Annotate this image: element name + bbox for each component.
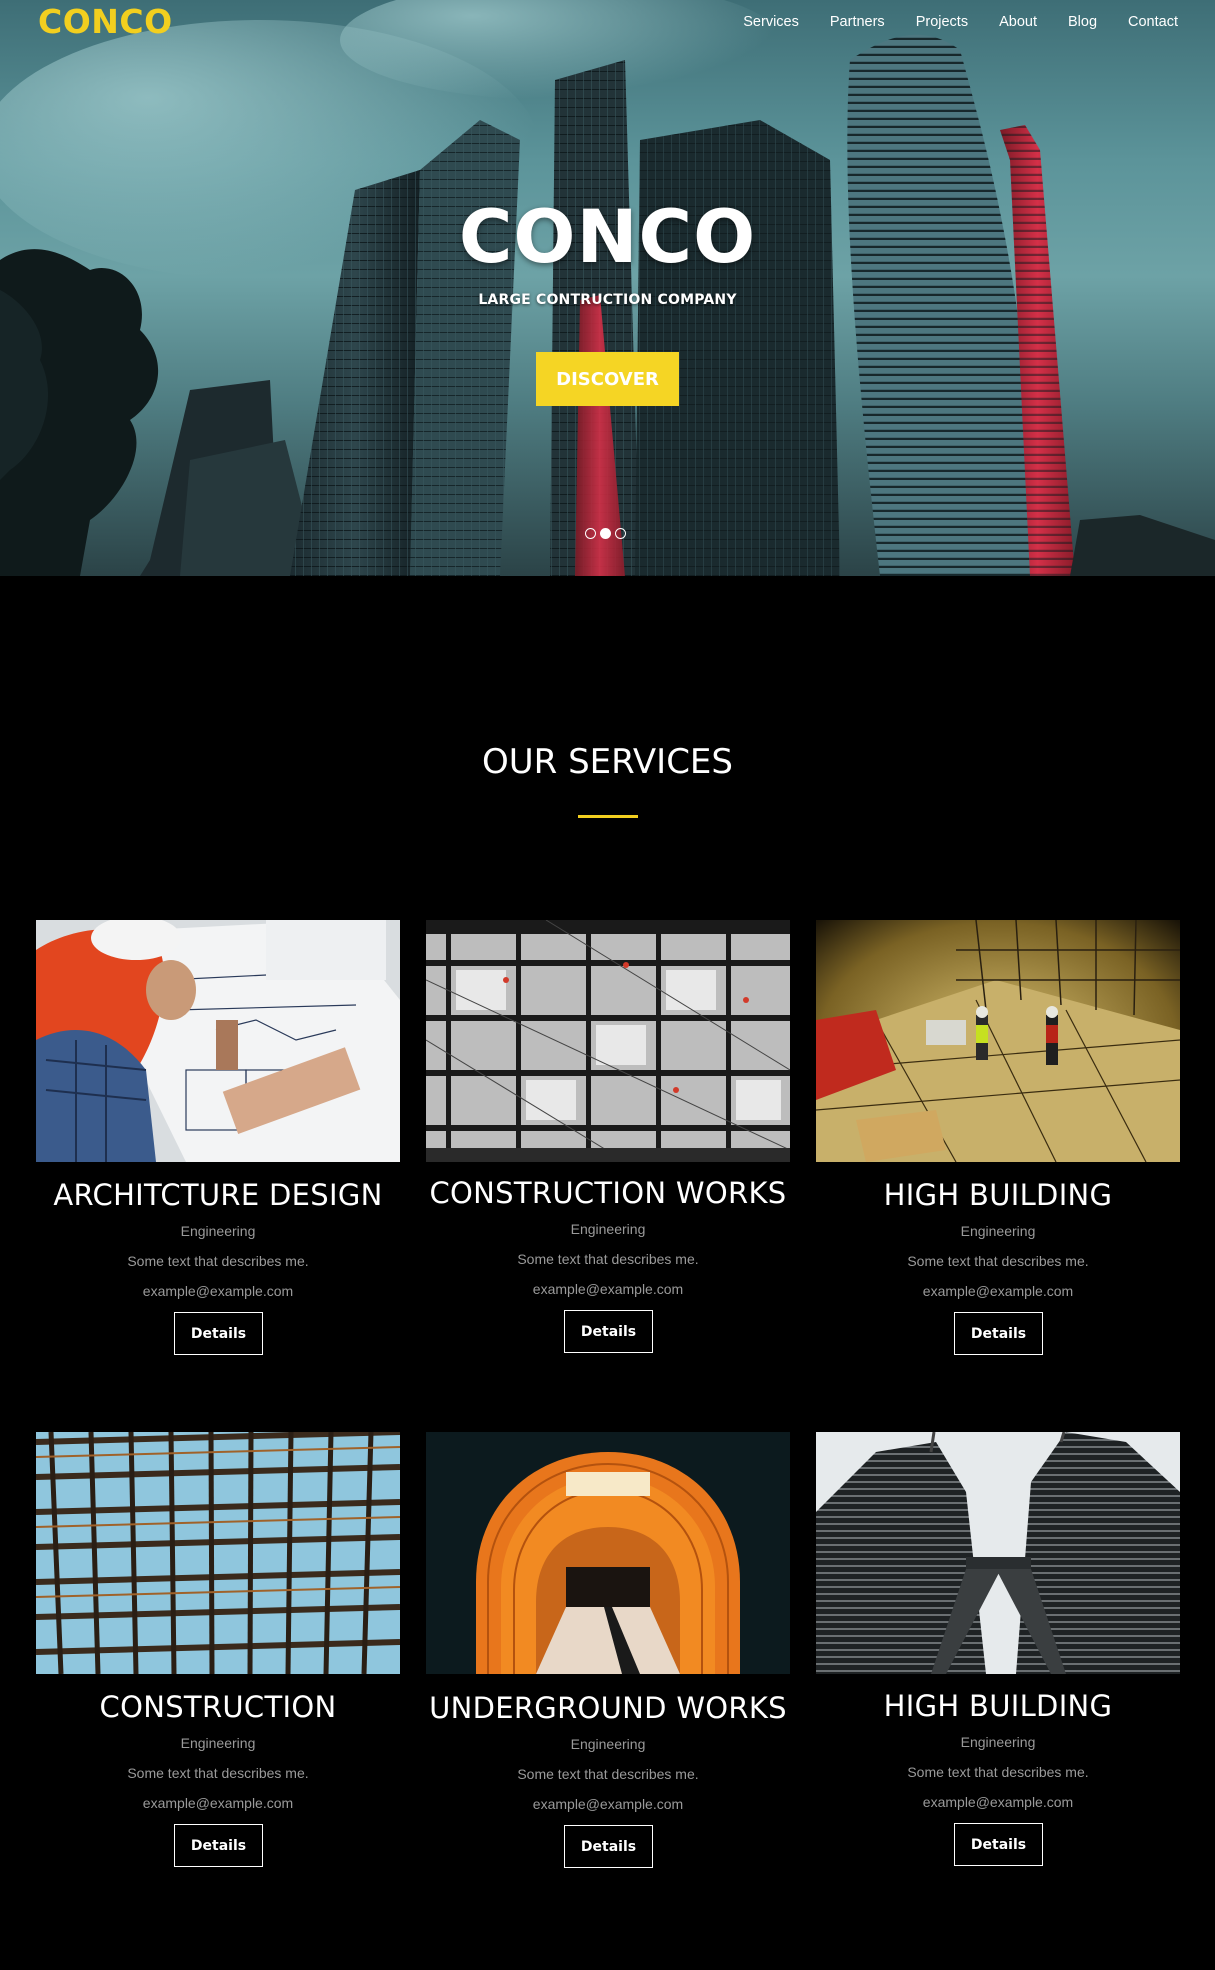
services-heading: OUR SERVICES [482,742,733,782]
high-building-image [816,920,1180,1162]
details-button[interactable]: Details [954,1823,1043,1866]
service-category: Engineering [960,1734,1036,1750]
details-button[interactable]: Details [564,1825,653,1868]
nav-link-services[interactable]: Services [743,14,799,30]
construction-scaffold-image [36,1432,400,1674]
discover-button[interactable]: DISCOVER [536,352,679,406]
service-email: example@example.com [922,1283,1074,1299]
service-description: Some text that describes me. [907,1764,1089,1780]
nav-menu: Services Partners Projects About Blog Co… [712,14,1178,30]
nav-link-about[interactable]: About [999,14,1037,30]
service-category: Engineering [180,1223,256,1239]
twin-towers-image [816,1432,1180,1674]
nav-link-blog[interactable]: Blog [1068,14,1097,30]
service-title: HIGH BUILDING [883,1689,1113,1723]
service-title: CONSTRUCTION WORKS [429,1176,787,1210]
details-button[interactable]: Details [564,1310,653,1353]
service-email: example@example.com [142,1283,294,1299]
carousel-indicators [585,528,626,539]
service-title: UNDERGROUND WORKS [429,1691,787,1725]
service-description: Some text that describes me. [517,1251,699,1267]
heading-underline [578,815,638,818]
details-button[interactable]: Details [174,1824,263,1867]
brand-logo[interactable]: CONCO [38,2,173,41]
construction-works-image [426,920,790,1162]
hero-banner: CONCO Services Partners Projects About B… [0,0,1215,576]
nav-link-contact[interactable]: Contact [1128,14,1178,30]
top-navbar: CONCO Services Partners Projects About B… [0,0,1215,46]
carousel-dot-1[interactable] [585,528,596,539]
hero-subtitle: LARGE CONTRUCTION COMPANY [478,292,737,308]
service-category: Engineering [570,1221,646,1237]
service-category: Engineering [180,1735,256,1751]
service-email: example@example.com [532,1796,684,1812]
nav-link-partners[interactable]: Partners [830,14,885,30]
details-button[interactable]: Details [174,1312,263,1355]
service-email: example@example.com [922,1794,1074,1810]
service-description: Some text that describes me. [907,1253,1089,1269]
service-description: Some text that describes me. [127,1253,309,1269]
hero-title: CONCO [458,195,757,280]
service-description: Some text that describes me. [517,1766,699,1782]
architecture-design-image [36,920,400,1162]
nav-link-projects[interactable]: Projects [916,14,968,30]
service-title: ARCHITCTURE DESIGN [53,1178,383,1212]
service-title: HIGH BUILDING [883,1178,1113,1212]
skyline-background-image [0,0,1215,576]
service-email: example@example.com [532,1281,684,1297]
details-button[interactable]: Details [954,1312,1043,1355]
service-category: Engineering [960,1223,1036,1239]
carousel-dot-2[interactable] [600,528,611,539]
service-email: example@example.com [142,1795,294,1811]
service-category: Engineering [570,1736,646,1752]
service-description: Some text that describes me. [127,1765,309,1781]
carousel-dot-3[interactable] [615,528,626,539]
service-title: CONSTRUCTION [99,1690,337,1724]
underground-tunnel-image [426,1432,790,1674]
